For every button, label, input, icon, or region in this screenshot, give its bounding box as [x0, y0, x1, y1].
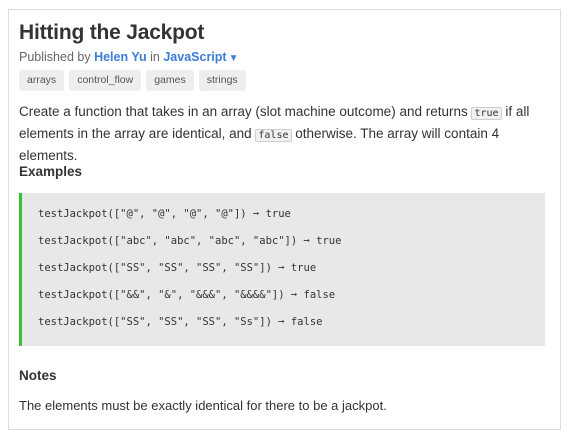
- author-link[interactable]: Helen Yu: [94, 50, 147, 64]
- example-line: testJackpot(["abc", "abc", "abc", "abc"]…: [38, 235, 342, 247]
- tag-strings[interactable]: strings: [198, 70, 246, 91]
- example-line: testJackpot(["@", "@", "@", "@"]) ➞ true: [38, 208, 291, 220]
- challenge-card: Hitting the Jackpot Published by Helen Y…: [8, 9, 561, 430]
- notes-text: The elements must be exactly identical f…: [19, 398, 387, 413]
- description-part-1: Create a function that takes in an array…: [19, 104, 472, 119]
- caret-down-icon: ▼: [228, 53, 239, 64]
- language-label: JavaScript: [163, 50, 227, 64]
- example-line: testJackpot(["SS", "SS", "SS", "SS"]) ➞ …: [38, 262, 317, 274]
- examples-block: testJackpot(["@", "@", "@", "@"]) ➞ true…: [19, 193, 545, 346]
- published-prefix: Published by: [19, 50, 91, 64]
- notes-heading: Notes: [19, 368, 57, 383]
- example-line: testJackpot(["&&", "&", "&&&", "&&&&"]) …: [38, 289, 336, 301]
- tag-control-flow[interactable]: control_flow: [69, 70, 142, 91]
- in-word: in: [150, 50, 160, 64]
- code-true: true: [471, 107, 502, 120]
- published-meta: Published by Helen Yu in JavaScript ▼: [19, 50, 238, 64]
- tag-arrays[interactable]: arrays: [19, 70, 65, 91]
- challenge-title: Hitting the Jackpot: [19, 21, 205, 44]
- language-dropdown[interactable]: JavaScript ▼: [163, 50, 238, 64]
- examples-heading: Examples: [19, 164, 83, 179]
- example-line: testJackpot(["SS", "SS", "SS", "Ss"]) ➞ …: [38, 316, 323, 328]
- code-false: false: [255, 129, 292, 142]
- challenge-description: Create a function that takes in an array…: [19, 102, 547, 166]
- tag-list: arrays control_flow games strings: [19, 70, 246, 91]
- tag-games[interactable]: games: [146, 70, 194, 91]
